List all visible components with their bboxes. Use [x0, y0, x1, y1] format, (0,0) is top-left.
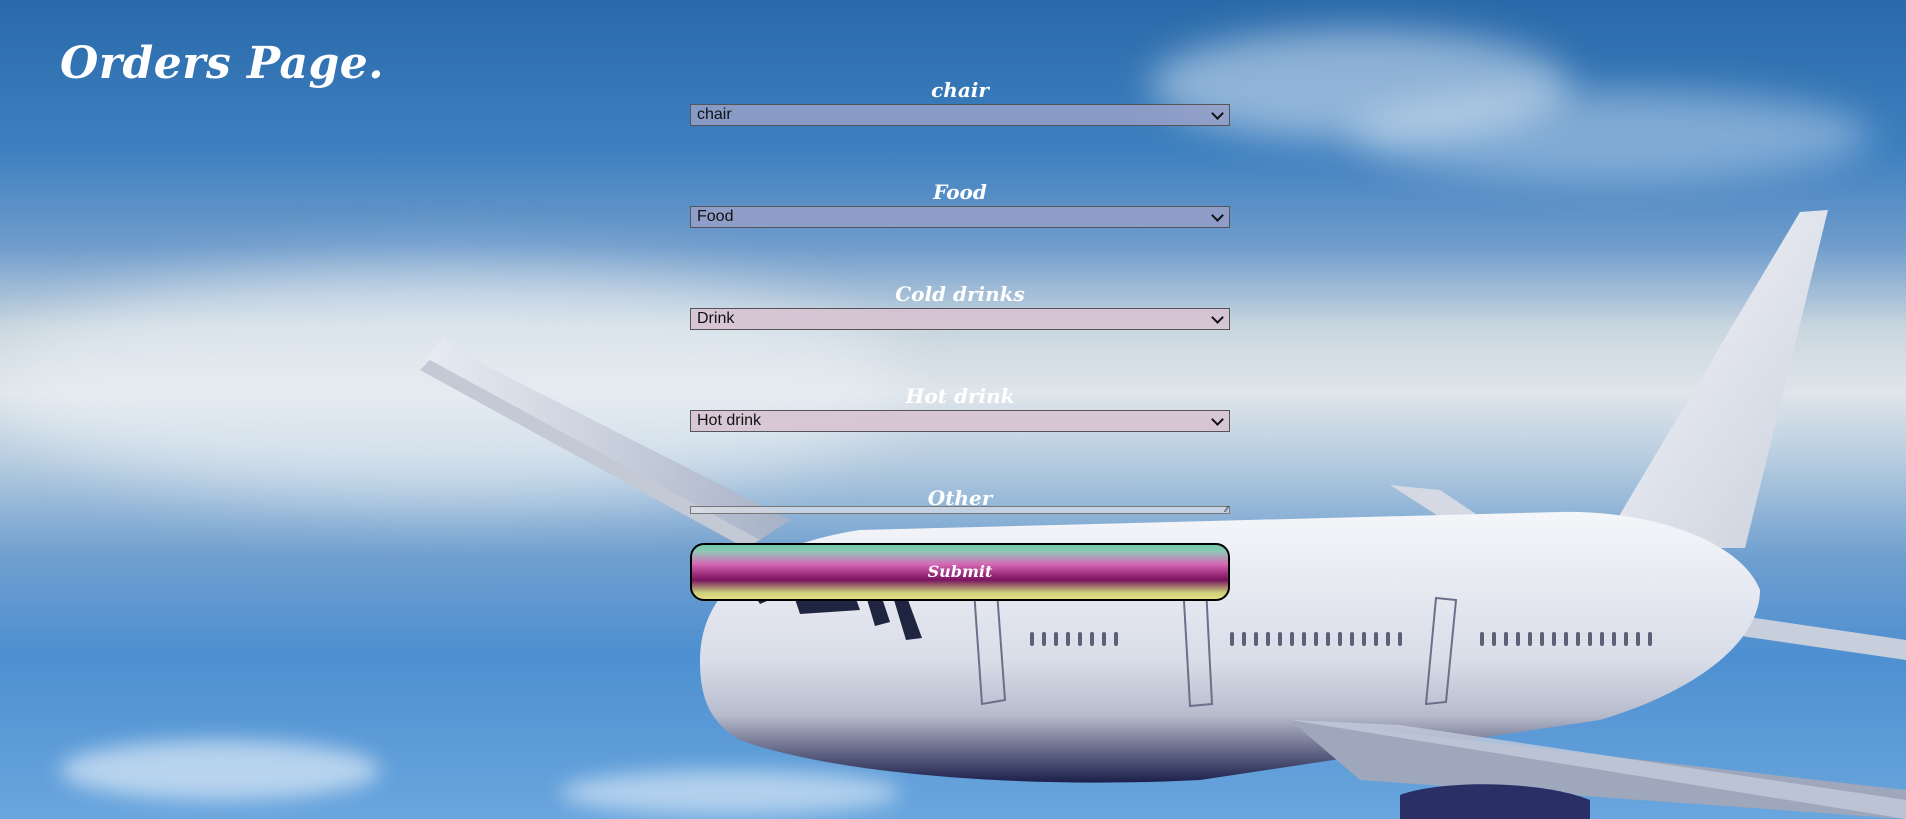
page-title: Orders Page. — [60, 38, 385, 89]
chair-select-value: chair — [697, 106, 732, 123]
other-textarea[interactable]: ⁄⁄ — [690, 506, 1230, 514]
other-field: Other ⁄⁄ — [690, 486, 1230, 543]
cold-drinks-select-value: Drink — [697, 310, 735, 327]
chair-label: chair — [931, 78, 989, 102]
chair-select[interactable]: chair — [690, 104, 1230, 126]
order-form: chair chair Food Food Cold drinks Drink … — [690, 78, 1230, 601]
hot-drink-field: Hot drink Hot drink — [690, 384, 1230, 486]
cold-drinks-label: Cold drinks — [895, 282, 1025, 306]
resize-grip-icon[interactable]: ⁄⁄ — [1225, 506, 1228, 514]
chevron-down-icon — [1211, 209, 1224, 222]
food-select[interactable]: Food — [690, 206, 1230, 228]
chevron-down-icon — [1211, 413, 1224, 426]
food-field: Food Food — [690, 180, 1230, 282]
hot-drink-select-value: Hot drink — [697, 412, 762, 429]
submit-button[interactable]: Submit — [690, 543, 1230, 601]
hot-drink-label: Hot drink — [905, 384, 1015, 408]
chair-field: chair chair — [690, 78, 1230, 180]
chevron-down-icon — [1211, 107, 1224, 120]
chevron-down-icon — [1211, 311, 1224, 324]
food-select-value: Food — [697, 208, 734, 225]
food-label: Food — [933, 180, 987, 204]
hot-drink-select[interactable]: Hot drink — [690, 410, 1230, 432]
cold-drinks-select[interactable]: Drink — [690, 308, 1230, 330]
cold-drinks-field: Cold drinks Drink — [690, 282, 1230, 384]
